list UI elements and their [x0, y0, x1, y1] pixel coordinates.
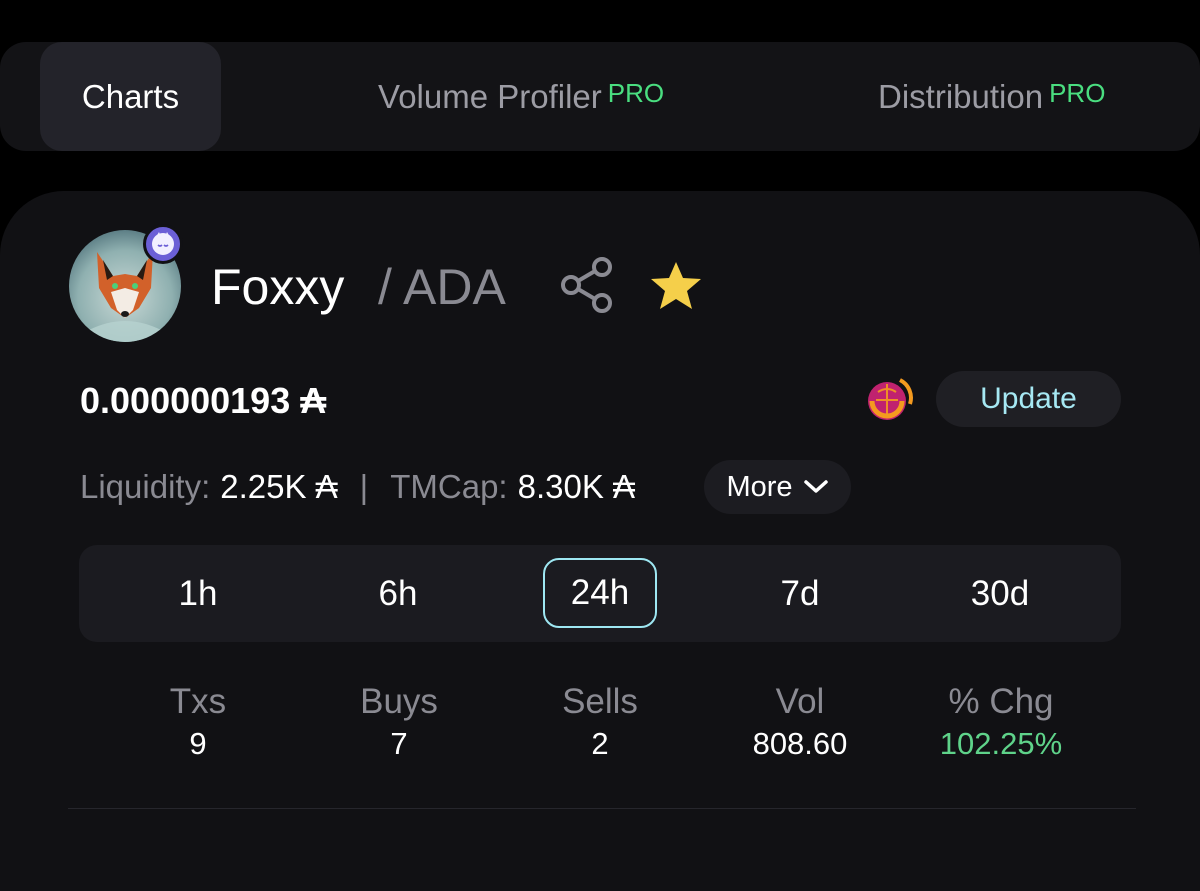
metric-change: % Chg 102.25%	[901, 680, 1101, 764]
metric-value: 102.25%	[939, 726, 1063, 761]
token-price: 0.000000193 ₳	[80, 380, 327, 421]
metric-value: 2	[591, 726, 609, 761]
tab-volume-profiler[interactable]: Volume Profiler PRO	[378, 42, 664, 151]
tab-distribution-label: Distribution	[878, 77, 1044, 115]
liquidity-label: Liquidity:	[80, 468, 211, 505]
metric-txs: Txs 9	[98, 680, 298, 764]
divider	[68, 808, 1136, 809]
tmcap-label: TMCap:	[390, 468, 508, 505]
time-range-selector: 1h 6h 24h 7d 30d	[79, 545, 1121, 642]
metric-label: % Chg	[948, 682, 1054, 721]
market-stats: Liquidity: 2.25K ₳ | TMCap: 8.30K ₳	[80, 468, 635, 506]
more-button-label: More	[726, 470, 793, 503]
tmcap-value: 8.30K ₳	[517, 468, 636, 505]
metric-sells: Sells 2	[500, 680, 700, 764]
metric-buys: Buys 7	[299, 680, 499, 764]
range-6h[interactable]: 6h	[318, 545, 478, 642]
metric-vol: Vol 808.60	[700, 680, 900, 764]
metric-value: 808.60	[752, 726, 848, 761]
metric-label: Txs	[169, 682, 227, 721]
range-30d[interactable]: 30d	[920, 545, 1080, 642]
tab-charts[interactable]: Charts	[40, 42, 221, 151]
liquidity-value: 2.25K ₳	[220, 468, 338, 505]
update-logo-icon	[864, 374, 914, 424]
metric-label: Buys	[360, 682, 438, 721]
stats-separator: |	[359, 468, 369, 505]
update-button-label: Update	[980, 382, 1077, 415]
star-icon[interactable]	[649, 260, 703, 312]
chevron-down-icon	[803, 480, 828, 493]
pro-badge: PRO	[1049, 78, 1106, 108]
metric-value: 7	[390, 726, 408, 761]
quote-symbol: / ADA	[378, 259, 506, 315]
update-button[interactable]: Update	[936, 371, 1121, 427]
range-24h[interactable]: 24h	[543, 558, 657, 628]
tab-distribution[interactable]: Distribution PRO	[878, 42, 1105, 151]
tab-charts-label: Charts	[81, 77, 180, 115]
app-badge-icon	[143, 224, 183, 264]
metric-value: 9	[189, 726, 207, 761]
pro-badge: PRO	[607, 78, 665, 108]
tab-volume-profiler-label: Volume Profiler	[378, 77, 602, 115]
metric-label: Vol	[775, 682, 825, 721]
range-1h[interactable]: 1h	[118, 545, 278, 642]
share-icon[interactable]	[558, 255, 616, 315]
token-name: Foxxy	[211, 259, 345, 315]
metric-label: Sells	[562, 682, 638, 721]
more-button[interactable]: More	[704, 460, 851, 514]
tab-bar: Charts Volume Profiler PRO Distribution …	[0, 42, 1200, 151]
range-7d[interactable]: 7d	[720, 545, 880, 642]
